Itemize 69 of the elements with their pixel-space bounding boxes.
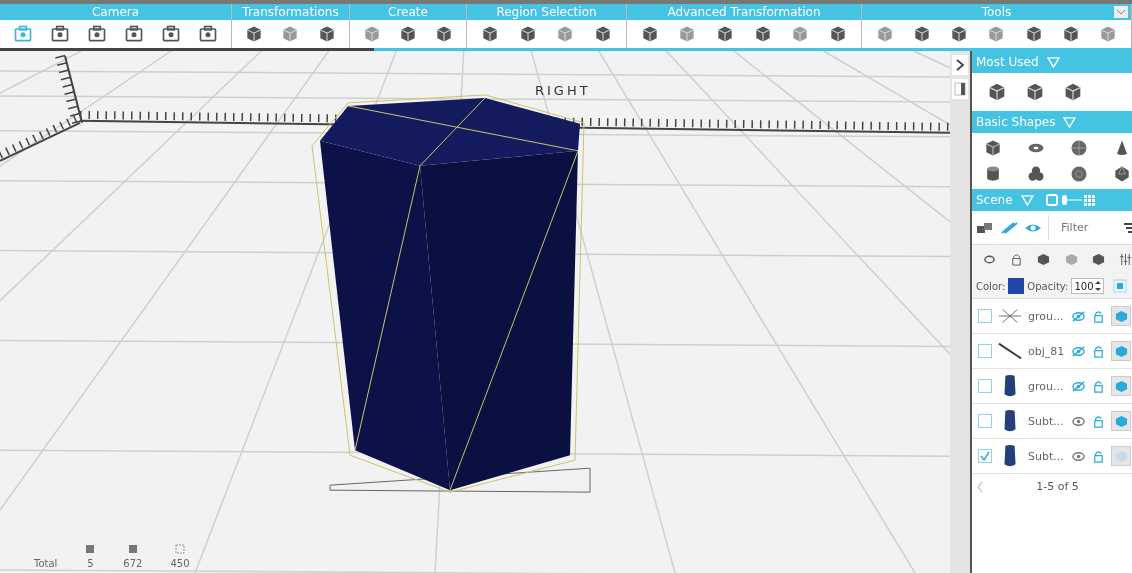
eye-icon[interactable] — [1071, 449, 1086, 463]
eye-icon[interactable] — [1071, 414, 1086, 428]
blob-icon[interactable] — [1025, 164, 1046, 184]
color-label: Color: — [976, 280, 1006, 292]
color-swatch[interactable] — [1008, 278, 1025, 294]
unlock-icon[interactable] — [1091, 449, 1106, 463]
lock-icon[interactable] — [1010, 253, 1024, 266]
camera-icon[interactable] — [124, 24, 145, 44]
object-name[interactable]: Subt... — [1028, 449, 1066, 463]
spinner-arrows-icon[interactable] — [1093, 279, 1102, 293]
toolbar-group-title: Tools — [862, 4, 1131, 20]
hidden-eye-icon[interactable] — [1071, 344, 1086, 358]
stats-label: Total — [34, 558, 58, 569]
camera-icon[interactable] — [49, 24, 70, 44]
object-name[interactable]: Subt... — [1028, 414, 1066, 428]
section-title: Basic Shapes — [976, 115, 1056, 129]
cube-icon[interactable] — [434, 24, 454, 44]
toolbar-group-title: Transformations — [232, 4, 349, 20]
bounds-icon — [175, 544, 185, 554]
objects-icon[interactable] — [976, 220, 994, 235]
hidden-icon[interactable] — [1000, 220, 1018, 235]
axis-label: RIGHT — [535, 82, 591, 98]
eye-icon[interactable] — [983, 253, 997, 266]
cube-icon — [1114, 379, 1128, 393]
cube-icon[interactable] — [1091, 253, 1105, 266]
toolbar-group-title: Camera — [0, 4, 231, 20]
dropdown-icon[interactable] — [1114, 6, 1128, 18]
checkbox[interactable] — [978, 379, 992, 393]
square-icon — [85, 544, 96, 554]
unlock-icon[interactable] — [1091, 309, 1106, 323]
stat-value: 672 — [123, 558, 143, 569]
hidden-eye-icon[interactable] — [1071, 309, 1086, 323]
cube-icon — [1114, 449, 1128, 463]
camera-icon[interactable] — [161, 24, 182, 44]
hidden-eye-icon[interactable] — [1071, 379, 1086, 393]
cube-icon[interactable] — [398, 24, 418, 44]
pager-text: 1-5 of 5 — [1036, 480, 1079, 493]
checkbox[interactable] — [978, 309, 992, 323]
unlock-icon[interactable] — [1091, 414, 1106, 428]
section-title: Scene — [976, 193, 1013, 207]
object-name[interactable]: obj_81 — [1028, 344, 1066, 358]
toolbar-group-title: Advanced Transformation — [627, 4, 861, 20]
toolbar-group-title: Region Selection — [467, 4, 626, 20]
panel-icon[interactable] — [952, 79, 968, 99]
cube-icon — [1114, 414, 1128, 428]
sliders-icon[interactable] — [1118, 253, 1132, 266]
checkbox[interactable] — [978, 449, 992, 463]
opacity-label: Opacity: — [1027, 280, 1069, 292]
cube-icon[interactable] — [1037, 253, 1051, 266]
sphere-icon[interactable] — [1069, 138, 1090, 158]
square-icon — [127, 544, 138, 554]
unlock-icon[interactable] — [1091, 379, 1106, 393]
toolbar-group-title: Create — [350, 4, 466, 20]
object-name[interactable]: grou... — [1028, 379, 1066, 393]
checkbox[interactable] — [978, 344, 992, 358]
object-name[interactable]: grou... — [1028, 309, 1066, 323]
cube-icon — [1114, 309, 1128, 323]
camera-icon[interactable] — [198, 24, 219, 44]
section-title: Most Used — [976, 55, 1039, 69]
cube-icon — [1114, 344, 1128, 358]
opacity-field[interactable]: 100 — [1071, 278, 1104, 294]
camera-icon[interactable] — [86, 24, 107, 44]
unlock-icon[interactable] — [1091, 344, 1106, 358]
stat-value: 450 — [170, 558, 190, 569]
checkbox[interactable] — [978, 414, 992, 428]
prism-drawing[interactable] — [311, 94, 585, 493]
stat-value: 5 — [87, 558, 94, 569]
chevron-right-icon[interactable] — [952, 55, 968, 75]
polyhedron-icon[interactable] — [1112, 164, 1132, 184]
